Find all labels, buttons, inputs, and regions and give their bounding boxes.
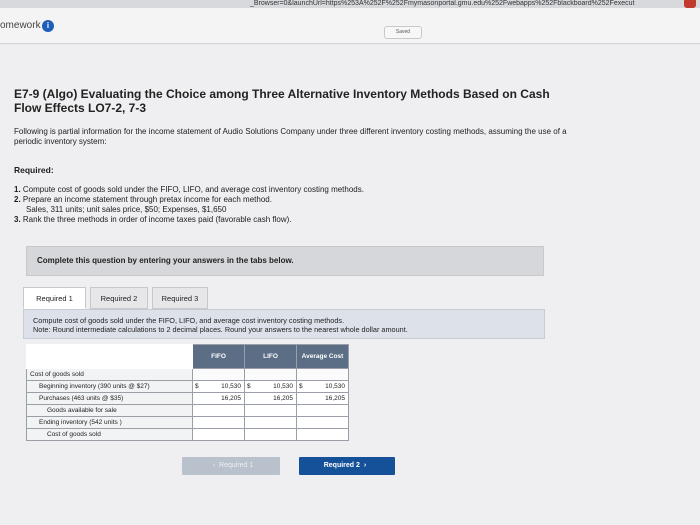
cogs-table-wrapper: FIFO LIFO Average Cost Cost of goods sol… <box>26 344 349 441</box>
tab-required-2[interactable]: Required 2 <box>90 287 148 309</box>
browser-url-bar[interactable]: _Browser=0&launchUrl=https%253A%252F%252… <box>0 0 700 8</box>
column-header-fifo: FIFO <box>192 344 245 369</box>
question-content: E7-9 (Algo) Evaluating the Choice among … <box>0 45 700 525</box>
requirements-list: 1. Compute cost of goods sold under the … <box>14 185 574 225</box>
next-required-button[interactable]: Required 2 › <box>299 457 395 475</box>
column-header-lifo: LIFO <box>244 344 297 369</box>
table-row: Purchases (463 units @ $35) 16,205 16,20… <box>26 392 349 405</box>
app-title: omework <box>0 20 41 31</box>
input-fifo-goods-available[interactable] <box>192 404 245 417</box>
row-label: Goods available for sale <box>26 404 193 417</box>
saved-status-badge: Saved <box>384 26 422 39</box>
input-lifo-ending-inventory[interactable] <box>244 416 297 429</box>
panel-instruction: Compute cost of goods sold under the FIF… <box>33 316 345 325</box>
input-average-beginning-inventory[interactable]: $10,530 <box>296 380 349 393</box>
info-icon[interactable]: i <box>42 20 54 32</box>
input-lifo-purchases[interactable]: 16,205 <box>244 392 297 405</box>
browser-url-text: _Browser=0&launchUrl=https%253A%252F%252… <box>250 0 635 7</box>
input-fifo-ending-inventory[interactable] <box>192 416 245 429</box>
input-lifo-cogs[interactable] <box>244 428 297 441</box>
tab-panel-instructions: Compute cost of goods sold under the FIF… <box>23 309 545 339</box>
prev-button-label: Required 1 <box>219 462 254 469</box>
instruction-banner: Complete this question by entering your … <box>26 246 544 276</box>
requirement-item: 2. Prepare an income statement through p… <box>14 195 272 204</box>
requirement-item: 1. Compute cost of goods sold under the … <box>14 185 364 194</box>
prev-required-button[interactable]: ‹ Required 1 <box>182 457 280 475</box>
tab-required-3[interactable]: Required 3 <box>152 287 208 309</box>
table-row: Cost of goods sold <box>26 428 349 441</box>
input-lifo-beginning-inventory[interactable]: $10,530 <box>244 380 297 393</box>
table-row: Ending inventory (542 units ) <box>26 416 349 429</box>
next-button-label: Required 2 <box>323 462 360 469</box>
cell-average <box>296 368 349 381</box>
input-average-ending-inventory[interactable] <box>296 416 349 429</box>
column-header-average: Average Cost <box>296 344 349 369</box>
panel-text: Compute cost of goods sold under the FIF… <box>33 316 533 334</box>
app-header: omework i Saved <box>0 8 700 44</box>
input-fifo-cogs[interactable] <box>192 428 245 441</box>
requirement-subitem: Sales, 311 units; unit sales price, $50;… <box>26 205 227 214</box>
row-label: Purchases (463 units @ $35) <box>26 392 193 405</box>
browser-extension-icon[interactable] <box>684 0 696 8</box>
input-average-cogs[interactable] <box>296 428 349 441</box>
table-header-row: FIFO LIFO Average Cost <box>26 344 349 369</box>
table-header-blank <box>26 344 193 369</box>
input-average-purchases[interactable]: 16,205 <box>296 392 349 405</box>
table-row: Goods available for sale <box>26 404 349 417</box>
panel-note: Note: Round intermediate calculations to… <box>33 325 408 334</box>
input-fifo-purchases[interactable]: 16,205 <box>192 392 245 405</box>
row-label: Cost of goods sold <box>26 428 193 441</box>
cell-fifo <box>192 368 245 381</box>
row-label: Cost of goods sold <box>26 368 193 381</box>
row-label: Ending inventory (542 units ) <box>26 416 193 429</box>
chevron-right-icon: › <box>363 462 367 469</box>
table-row: Beginning inventory (390 units @ $27) $1… <box>26 380 349 393</box>
input-fifo-beginning-inventory[interactable]: $10,530 <box>192 380 245 393</box>
problem-intro: Following is partial information for the… <box>14 127 567 146</box>
problem-title: E7-9 (Algo) Evaluating the Choice among … <box>14 87 550 115</box>
tab-required-1[interactable]: Required 1 <box>23 287 86 309</box>
cogs-table: FIFO LIFO Average Cost Cost of goods sol… <box>26 344 349 441</box>
required-heading: Required: <box>14 165 54 175</box>
chevron-left-icon: ‹ <box>212 462 216 469</box>
table-row: Cost of goods sold <box>26 368 349 381</box>
input-average-goods-available[interactable] <box>296 404 349 417</box>
requirement-item: 3. Rank the three methods in order of in… <box>14 215 292 224</box>
row-label: Beginning inventory (390 units @ $27) <box>26 380 193 393</box>
input-lifo-goods-available[interactable] <box>244 404 297 417</box>
cell-lifo <box>244 368 297 381</box>
